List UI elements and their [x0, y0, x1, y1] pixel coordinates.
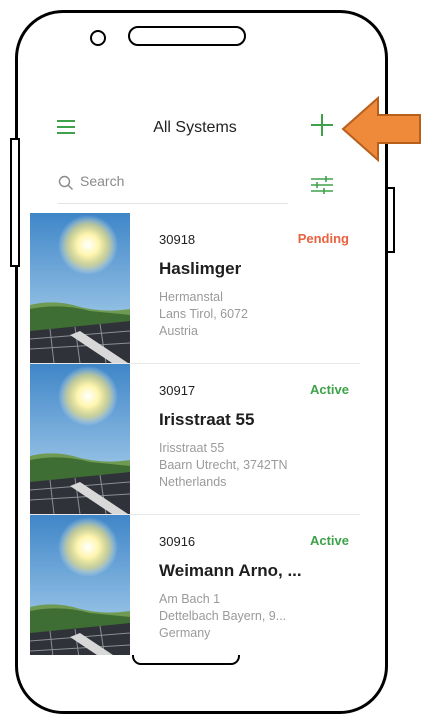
system-name: Haslimger	[159, 259, 242, 278]
address-line: Baarn Utrecht, 3742TN	[159, 458, 288, 472]
system-details: 30918 Pending Haslimger Hermanstal Lans …	[159, 231, 349, 340]
system-name: Weimann Arno, ...	[159, 561, 302, 580]
system-list-item[interactable]: 30916 Active Weimann Arno, ... Am Bach 1…	[30, 515, 360, 655]
system-address: Am Bach 1 Dettelbach Bayern, 9... German…	[159, 591, 349, 642]
phone-side-button-right	[386, 187, 395, 253]
app-screen: All Systems Search 30918 Pending Haslimg…	[30, 95, 360, 655]
status-badge: Pending	[297, 231, 349, 246]
callout-arrow-icon	[341, 95, 421, 163]
speaker-grille	[128, 26, 246, 46]
address-line: Dettelbach Bayern, 9...	[159, 609, 287, 623]
address-line: Lans Tirol, 6072	[159, 307, 248, 321]
system-id: 30917	[159, 383, 196, 398]
search-input[interactable]	[80, 173, 270, 189]
system-id: 30918	[159, 232, 196, 247]
system-details: 30916 Active Weimann Arno, ... Am Bach 1…	[159, 533, 349, 642]
address-line: Germany	[159, 626, 211, 640]
address-line: Austria	[159, 324, 198, 338]
system-address: Irisstraat 55 Baarn Utrecht, 3742TN Neth…	[159, 440, 349, 491]
app-header: All Systems	[30, 95, 360, 155]
system-address: Hermanstal Lans Tirol, 6072 Austria	[159, 289, 349, 340]
search-icon	[58, 175, 73, 190]
system-id: 30916	[159, 534, 196, 549]
address-line: Irisstraat 55	[159, 441, 225, 455]
system-name: Irisstraat 55	[159, 410, 255, 429]
systems-list: 30918 Pending Haslimger Hermanstal Lans …	[30, 213, 360, 655]
system-thumbnail	[30, 364, 130, 514]
phone-side-button-left	[10, 138, 20, 267]
address-line: Netherlands	[159, 475, 227, 489]
system-list-item[interactable]: 30917 Active Irisstraat 55 Irisstraat 55…	[30, 364, 360, 515]
search-bar[interactable]	[58, 167, 288, 204]
add-system-button[interactable]	[311, 114, 333, 136]
front-camera	[90, 30, 106, 46]
filter-sliders-icon[interactable]	[311, 175, 333, 195]
status-badge: Active	[309, 533, 349, 548]
system-thumbnail	[30, 213, 130, 363]
system-thumbnail	[30, 515, 130, 655]
system-list-item[interactable]: 30918 Pending Haslimger Hermanstal Lans …	[30, 213, 360, 364]
status-badge: Active	[309, 382, 349, 397]
system-details: 30917 Active Irisstraat 55 Irisstraat 55…	[159, 382, 349, 491]
address-line: Hermanstal	[159, 290, 223, 304]
address-line: Am Bach 1	[159, 592, 221, 606]
